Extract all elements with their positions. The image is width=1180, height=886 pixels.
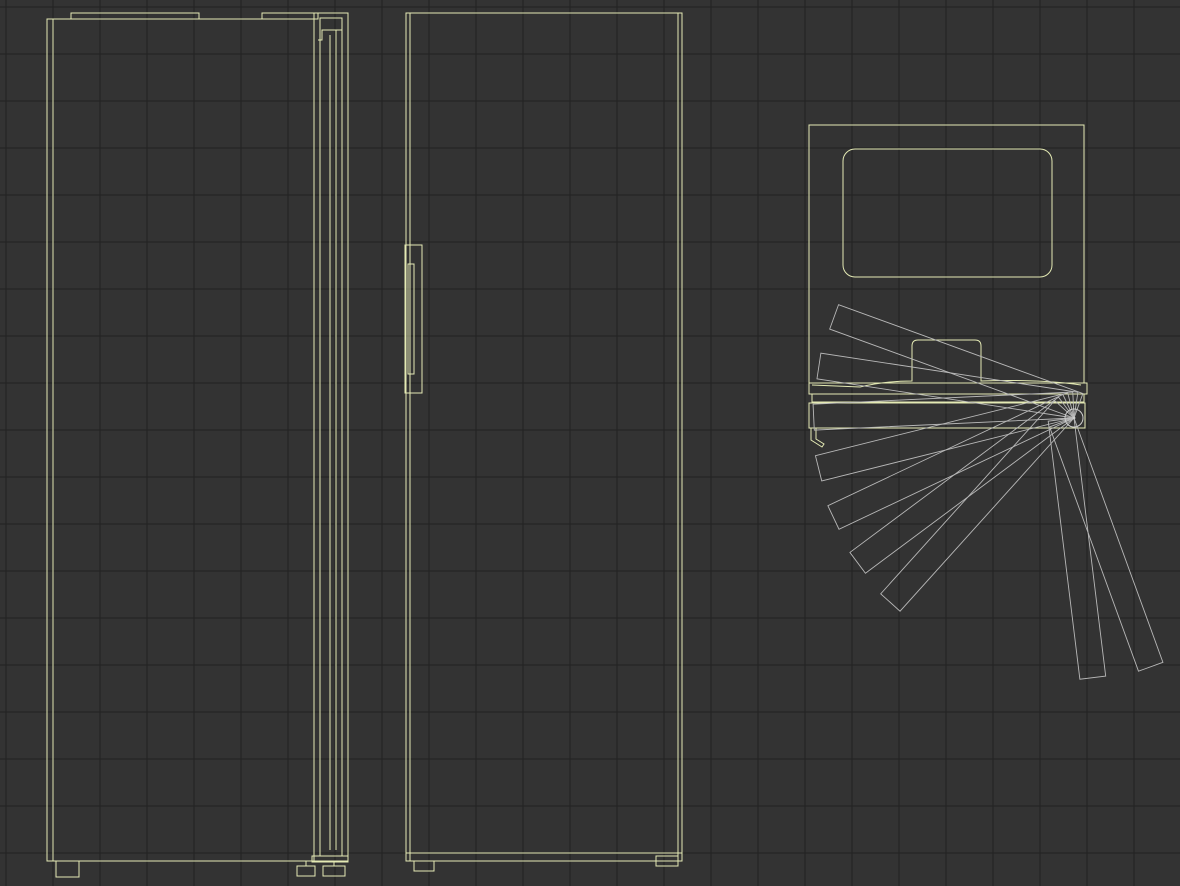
door-swing-panel-extra-a — [1047, 417, 1107, 680]
door-plan-handle — [810, 428, 825, 448]
foot-side-front — [55, 860, 80, 878]
cabinet-side-body — [46, 18, 315, 862]
door-profile-outer — [313, 12, 349, 862]
door-swing-panel-extra-b — [1048, 417, 1164, 672]
door-swing-panel-60-deg — [827, 393, 1075, 530]
door-handle-grip — [407, 263, 415, 375]
door-swing-panel-15-deg — [816, 352, 1079, 419]
foot-front-left — [413, 860, 435, 872]
top-cap-right — [261, 12, 319, 20]
top-cap-left — [70, 12, 200, 20]
inner-compartment — [842, 148, 1053, 278]
hinge-pivot-center — [1072, 416, 1076, 420]
front-elevation-view[interactable] — [404, 12, 683, 872]
door-plan-closed — [808, 382, 1088, 395]
side-elevation-view[interactable] — [46, 12, 349, 878]
door-front — [405, 12, 683, 862]
plan-view[interactable] — [808, 124, 1164, 680]
door-profile-inner — [319, 17, 343, 857]
drawing-canvas[interactable] — [0, 0, 1180, 886]
cad-viewport[interactable] — [0, 0, 1180, 886]
base-plinth — [405, 852, 683, 862]
foot-side-back-b — [322, 865, 346, 877]
door-swing-panel-0-deg — [829, 304, 1084, 419]
foot-side-back-a — [296, 865, 316, 877]
door-swing-positions — [812, 304, 1164, 680]
background-grid — [0, 0, 1180, 886]
